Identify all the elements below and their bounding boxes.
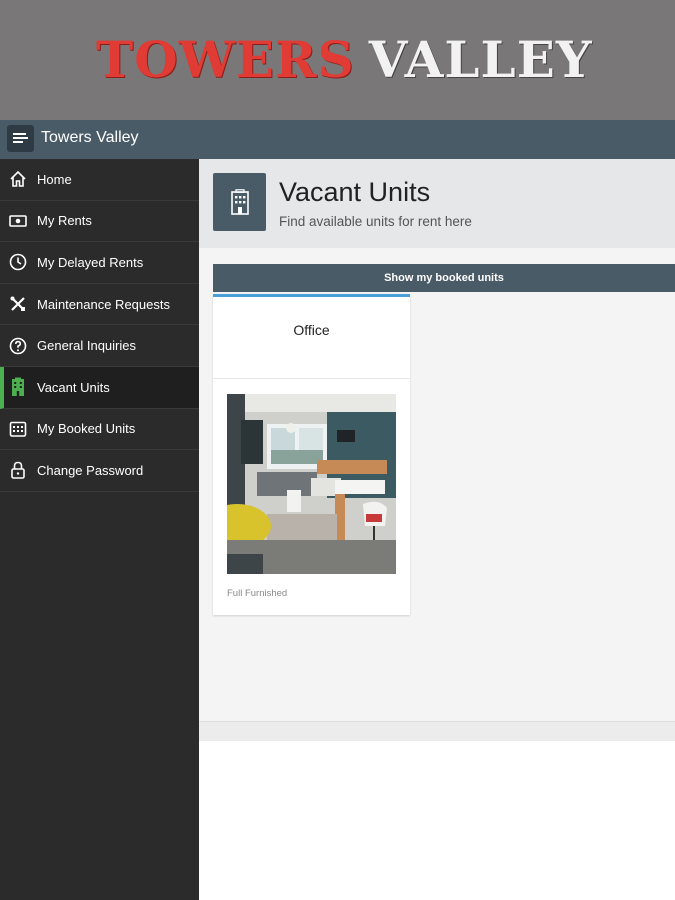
sidebar-item-label: My Rents	[37, 213, 92, 229]
show-booked-units-button[interactable]: Show my booked units	[213, 264, 675, 292]
sidebar-item-home[interactable]: Home	[0, 159, 199, 201]
sidebar-item-booked-units[interactable]: My Booked Units	[0, 409, 199, 451]
brand-logo: TOWERS VALLEY	[96, 30, 593, 89]
main-content: Vacant Units Find available units for re…	[199, 159, 675, 900]
app-title: Towers Valley	[41, 129, 139, 146]
cash-icon	[8, 211, 28, 231]
building-icon	[8, 377, 28, 397]
sidebar-item-label: Change Password	[37, 462, 144, 478]
unit-description: Full Furnished	[227, 588, 288, 599]
logo-word-towers: TOWERS	[96, 30, 355, 89]
sidebar-item-change-password[interactable]: Change Password	[0, 450, 199, 492]
home-icon	[8, 169, 28, 189]
sidebar-item-my-rents[interactable]: My Rents	[0, 201, 199, 243]
unit-photo	[227, 394, 396, 574]
sidebar-item-vacant-units[interactable]: Vacant Units	[0, 366, 199, 409]
top-bar: Towers Valley	[0, 120, 675, 159]
lock-icon	[8, 460, 28, 480]
tools-icon	[8, 294, 28, 314]
unit-type: Office	[213, 294, 410, 379]
question-icon	[8, 336, 28, 356]
unit-card[interactable]: Office Full Furnished	[213, 294, 410, 615]
sidebar-item-label: My Booked Units	[37, 421, 136, 437]
building-icon	[213, 173, 266, 231]
logo-word-valley: VALLEY	[368, 30, 593, 89]
page-header: Vacant Units Find available units for re…	[199, 159, 675, 248]
sidebar-item-label: Maintenance Requests	[37, 296, 170, 312]
menu-toggle-button[interactable]	[7, 125, 34, 152]
sidebar-item-delayed-rents[interactable]: My Delayed Rents	[0, 242, 199, 284]
clock-icon	[8, 252, 28, 272]
units-panel: Show my booked units Office Full Furnish…	[199, 248, 675, 721]
sidebar: Home My Rents My Delayed Rents Maintenan…	[0, 159, 199, 900]
sidebar-item-label: Vacant Units	[37, 379, 110, 395]
sidebar-item-label: My Delayed Rents	[37, 254, 144, 270]
sidebar-item-maintenance[interactable]: Maintenance Requests	[0, 284, 199, 326]
sidebar-item-label: General Inquiries	[37, 338, 136, 354]
page-subtitle: Find available units for rent here	[279, 214, 472, 229]
sidebar-item-inquiries[interactable]: General Inquiries	[0, 325, 199, 367]
content-footer-strip	[199, 721, 675, 741]
sidebar-item-label: Home	[37, 171, 72, 187]
calendar-icon	[8, 419, 28, 439]
page-title: Vacant Units	[279, 177, 431, 207]
app-banner: TOWERS VALLEY	[0, 0, 675, 120]
